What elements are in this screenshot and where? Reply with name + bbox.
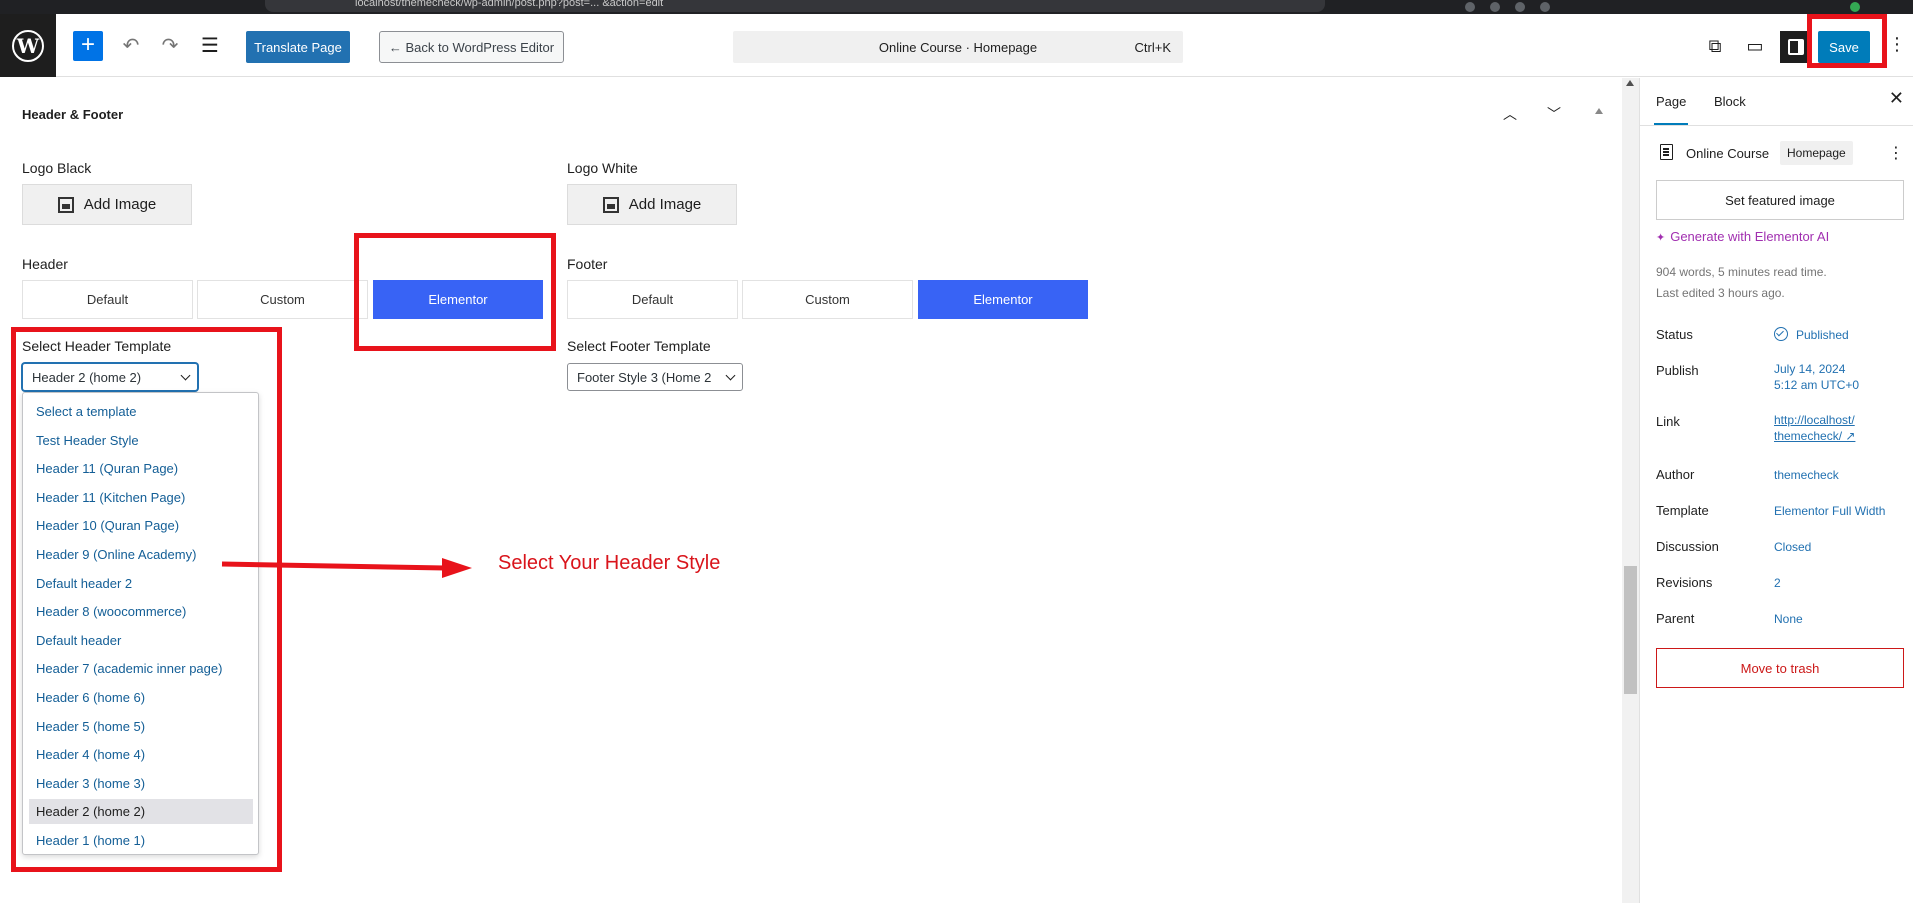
annotation-arrow-icon: [221, 558, 472, 578]
redo-icon[interactable]: ↷: [158, 34, 182, 58]
collapse-triangle-icon[interactable]: [1595, 108, 1603, 114]
link-label: Link: [1656, 414, 1680, 429]
move-down-chevron-icon[interactable]: ﹀: [1547, 104, 1561, 124]
document-options-icon[interactable]: ⋮: [1888, 143, 1904, 163]
tab-block[interactable]: Block: [1714, 94, 1746, 109]
close-icon[interactable]: ✕: [1889, 88, 1904, 109]
page-icon: [1660, 144, 1673, 160]
wordpress-logo-icon: W: [12, 29, 44, 62]
footer-option-default[interactable]: Default: [567, 280, 738, 319]
document-summary: Online Course Homepage ⋮: [1658, 141, 1908, 167]
status-value[interactable]: Published: [1774, 327, 1849, 343]
section-title: Header & Footer: [22, 107, 124, 122]
generate-with-elementor-ai-link[interactable]: ✦ Generate with Elementor AI: [1656, 229, 1829, 244]
status-label: Status: [1656, 327, 1693, 342]
author-label: Author: [1656, 467, 1695, 482]
footer-option-elementor[interactable]: Elementor: [918, 280, 1088, 319]
sidebar-tabs: Page Block ✕: [1640, 78, 1913, 126]
logo-black-add-image-button[interactable]: Add Image: [22, 184, 192, 225]
discussion-label: Discussion: [1656, 539, 1719, 554]
annotation-text: Select Your Header Style: [498, 552, 721, 574]
highlight-box-save: [1807, 14, 1887, 68]
word-count: 904 words, 5 minutes read time.: [1656, 265, 1827, 279]
template-label: Template: [1656, 503, 1709, 518]
revisions-value[interactable]: 2: [1774, 575, 1781, 591]
template-value[interactable]: Elementor Full Width: [1774, 503, 1885, 519]
image-icon: [57, 196, 74, 213]
author-value[interactable]: themecheck: [1774, 467, 1839, 483]
header-option-default[interactable]: Default: [22, 280, 193, 319]
scroll-up-arrow[interactable]: [1626, 80, 1634, 86]
generate-ai-label: Generate with Elementor AI: [1670, 229, 1830, 244]
command-title: Online Course · Homepage: [878, 40, 1038, 55]
document-overview-icon[interactable]: ☰: [198, 34, 222, 58]
scrollbar-thumb[interactable]: [1624, 566, 1637, 694]
parent-label: Parent: [1656, 611, 1695, 626]
footer-template-label: Select Footer Template: [567, 338, 711, 354]
settings-sidebar: Page Block ✕ Online Course Homepage ⋮ Se…: [1639, 78, 1913, 903]
browser-chrome: localhost/themecheck/wp-admin/post.php?p…: [0, 0, 1913, 14]
extension-icon[interactable]: [1540, 2, 1550, 12]
tab-page[interactable]: Page: [1653, 94, 1689, 125]
image-icon: [602, 196, 619, 213]
add-image-label: Add Image: [83, 196, 157, 213]
discussion-value[interactable]: Closed: [1774, 539, 1811, 555]
footer-label: Footer: [567, 256, 608, 272]
canvas-scrollbar[interactable]: [1622, 78, 1639, 903]
move-up-chevron-icon[interactable]: ︿: [1503, 104, 1517, 124]
set-featured-image-button[interactable]: Set featured image: [1656, 180, 1904, 220]
block-inserter-button[interactable]: +: [73, 31, 103, 61]
logo-white-label: Logo White: [567, 160, 638, 176]
parent-value[interactable]: None: [1774, 611, 1803, 627]
homepage-badge: Homepage: [1780, 141, 1853, 165]
chevron-down-icon: [725, 370, 736, 381]
external-link-icon[interactable]: ⧉: [1703, 34, 1727, 58]
revisions-label: Revisions: [1656, 575, 1713, 590]
publish-time: 5:12 am UTC+0: [1774, 378, 1860, 392]
undo-icon[interactable]: ↶: [119, 34, 143, 58]
header-option-custom[interactable]: Custom: [197, 280, 368, 319]
editor-toolbar: W + ↶ ↷ ☰ Translate Page ← Back to WordP…: [0, 14, 1913, 77]
wordpress-logo-button[interactable]: W: [0, 14, 56, 77]
document-title: Online Course: [1686, 146, 1770, 161]
header-label: Header: [22, 256, 68, 272]
footer-template-value: Footer Style 3 (Home 2: [577, 369, 712, 385]
link-value[interactable]: http://localhost/ themecheck/ ↗: [1774, 412, 1855, 444]
back-to-wordpress-editor-button[interactable]: ← Back to WordPress Editor: [379, 31, 564, 63]
highlight-box-elementor: [354, 233, 556, 351]
status-text: Published: [1796, 328, 1849, 342]
extension-icon[interactable]: [1465, 2, 1475, 12]
highlight-box-header-dropdown: [11, 327, 282, 872]
preview-device-icon[interactable]: ▭: [1743, 34, 1767, 58]
last-edited: Last edited 3 hours ago.: [1656, 286, 1785, 300]
link-line2: themecheck/ ↗: [1774, 429, 1856, 443]
sparkle-icon: ✦: [1656, 232, 1666, 244]
logo-white-add-image-button[interactable]: Add Image: [567, 184, 737, 225]
translate-page-button[interactable]: Translate Page: [246, 31, 350, 63]
add-image-label: Add Image: [628, 196, 702, 213]
command-shortcut: Ctrl+K: [1134, 40, 1171, 55]
extension-icon[interactable]: [1515, 2, 1525, 12]
logo-black-label: Logo Black: [22, 160, 92, 176]
address-bar-text: localhost/themecheck/wp-admin/post.php?p…: [355, 0, 664, 9]
link-line1: http://localhost/: [1774, 413, 1855, 427]
options-more-icon[interactable]: ⋮: [1888, 34, 1906, 55]
publish-label: Publish: [1656, 363, 1699, 378]
address-bar[interactable]: localhost/themecheck/wp-admin/post.php?p…: [265, 0, 1325, 12]
published-check-icon: [1774, 327, 1788, 341]
publish-date: July 14, 2024: [1774, 362, 1846, 376]
publish-value[interactable]: July 14, 2024 5:12 am UTC+0: [1774, 361, 1859, 393]
extension-icon[interactable]: [1850, 2, 1860, 12]
move-to-trash-button[interactable]: Move to trash: [1656, 648, 1904, 688]
command-palette-bar[interactable]: Online Course · Homepage Ctrl+K: [733, 31, 1183, 63]
footer-template-select[interactable]: Footer Style 3 (Home 2: [567, 363, 743, 391]
footer-option-custom[interactable]: Custom: [742, 280, 913, 319]
extension-icon[interactable]: [1490, 2, 1500, 12]
